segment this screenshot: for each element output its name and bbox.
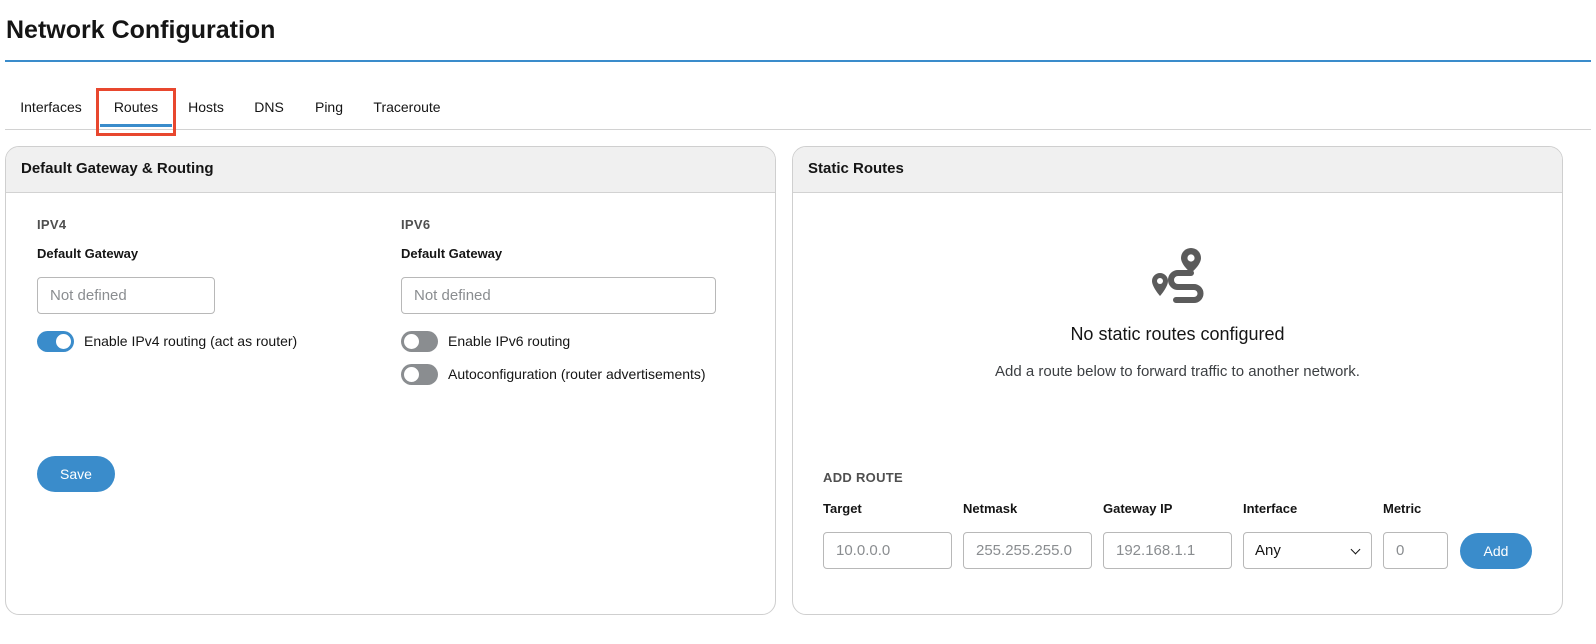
ipv6-routing-toggle-row: Enable IPv6 routing — [401, 330, 570, 352]
target-label: Target — [823, 501, 862, 516]
tab-ping[interactable]: Ping — [311, 88, 347, 129]
ipv6-routing-toggle[interactable] — [401, 330, 438, 352]
interface-select[interactable]: Any — [1243, 532, 1372, 569]
ipv6-autoconf-label: Autoconfiguration (router advertisements… — [448, 366, 706, 382]
tab-bar: Interfaces Routes Hosts DNS Ping Tracero… — [5, 88, 1591, 136]
default-gateway-card: Default Gateway & Routing IPV4 Default G… — [5, 146, 776, 615]
default-gateway-card-title: Default Gateway & Routing — [6, 147, 775, 193]
ipv4-gateway-label: Default Gateway — [37, 246, 139, 261]
gateway-ip-input[interactable] — [1103, 532, 1232, 569]
interface-select-value: Any — [1255, 542, 1281, 559]
tab-routes[interactable]: Routes — [98, 88, 174, 129]
interface-label: Interface — [1243, 501, 1298, 516]
toggle-knob — [404, 366, 419, 382]
metric-label: Metric — [1383, 501, 1422, 516]
route-icon — [1152, 248, 1204, 303]
page-title: Network Configuration — [6, 16, 276, 44]
ipv6-gateway-input[interactable] — [401, 277, 716, 314]
toggle-knob — [404, 333, 419, 349]
ipv6-autoconf-toggle-row: Autoconfiguration (router advertisements… — [401, 363, 706, 385]
static-routes-card: Static Routes No static routes configure… — [792, 146, 1563, 615]
ipv6-section-label: IPV6 — [401, 217, 431, 232]
gateway-ip-label: Gateway IP — [1103, 501, 1173, 516]
chevron-down-icon — [1350, 544, 1361, 555]
tab-traceroute[interactable]: Traceroute — [371, 88, 443, 129]
ipv6-gateway-label: Default Gateway — [401, 246, 503, 261]
ipv4-section-label: IPV4 — [37, 217, 67, 232]
netmask-label: Netmask — [963, 501, 1018, 516]
ipv4-routing-label: Enable IPv4 routing (act as router) — [84, 333, 298, 349]
save-button[interactable]: Save — [37, 456, 115, 492]
ipv6-routing-label: Enable IPv6 routing — [448, 333, 571, 349]
target-input[interactable] — [823, 532, 952, 569]
tab-interfaces[interactable]: Interfaces — [15, 88, 87, 129]
ipv4-routing-toggle[interactable] — [37, 330, 74, 352]
ipv4-routing-toggle-row: Enable IPv4 routing (act as router) — [37, 330, 297, 352]
title-divider — [5, 60, 1591, 62]
tab-dns[interactable]: DNS — [252, 88, 286, 129]
empty-state-description: Add a route below to forward traffic to … — [995, 363, 1360, 380]
ipv4-gateway-input[interactable] — [37, 277, 215, 314]
add-route-button[interactable]: Add — [1460, 533, 1532, 569]
static-routes-card-title: Static Routes — [793, 147, 1562, 193]
toggle-knob — [56, 333, 71, 349]
tab-hosts[interactable]: Hosts — [184, 88, 228, 129]
netmask-input[interactable] — [963, 532, 1092, 569]
metric-input[interactable] — [1383, 532, 1448, 569]
ipv6-autoconf-toggle[interactable] — [401, 363, 438, 385]
add-route-section-label: ADD ROUTE — [823, 470, 903, 485]
empty-state-title: No static routes configured — [1070, 324, 1285, 344]
